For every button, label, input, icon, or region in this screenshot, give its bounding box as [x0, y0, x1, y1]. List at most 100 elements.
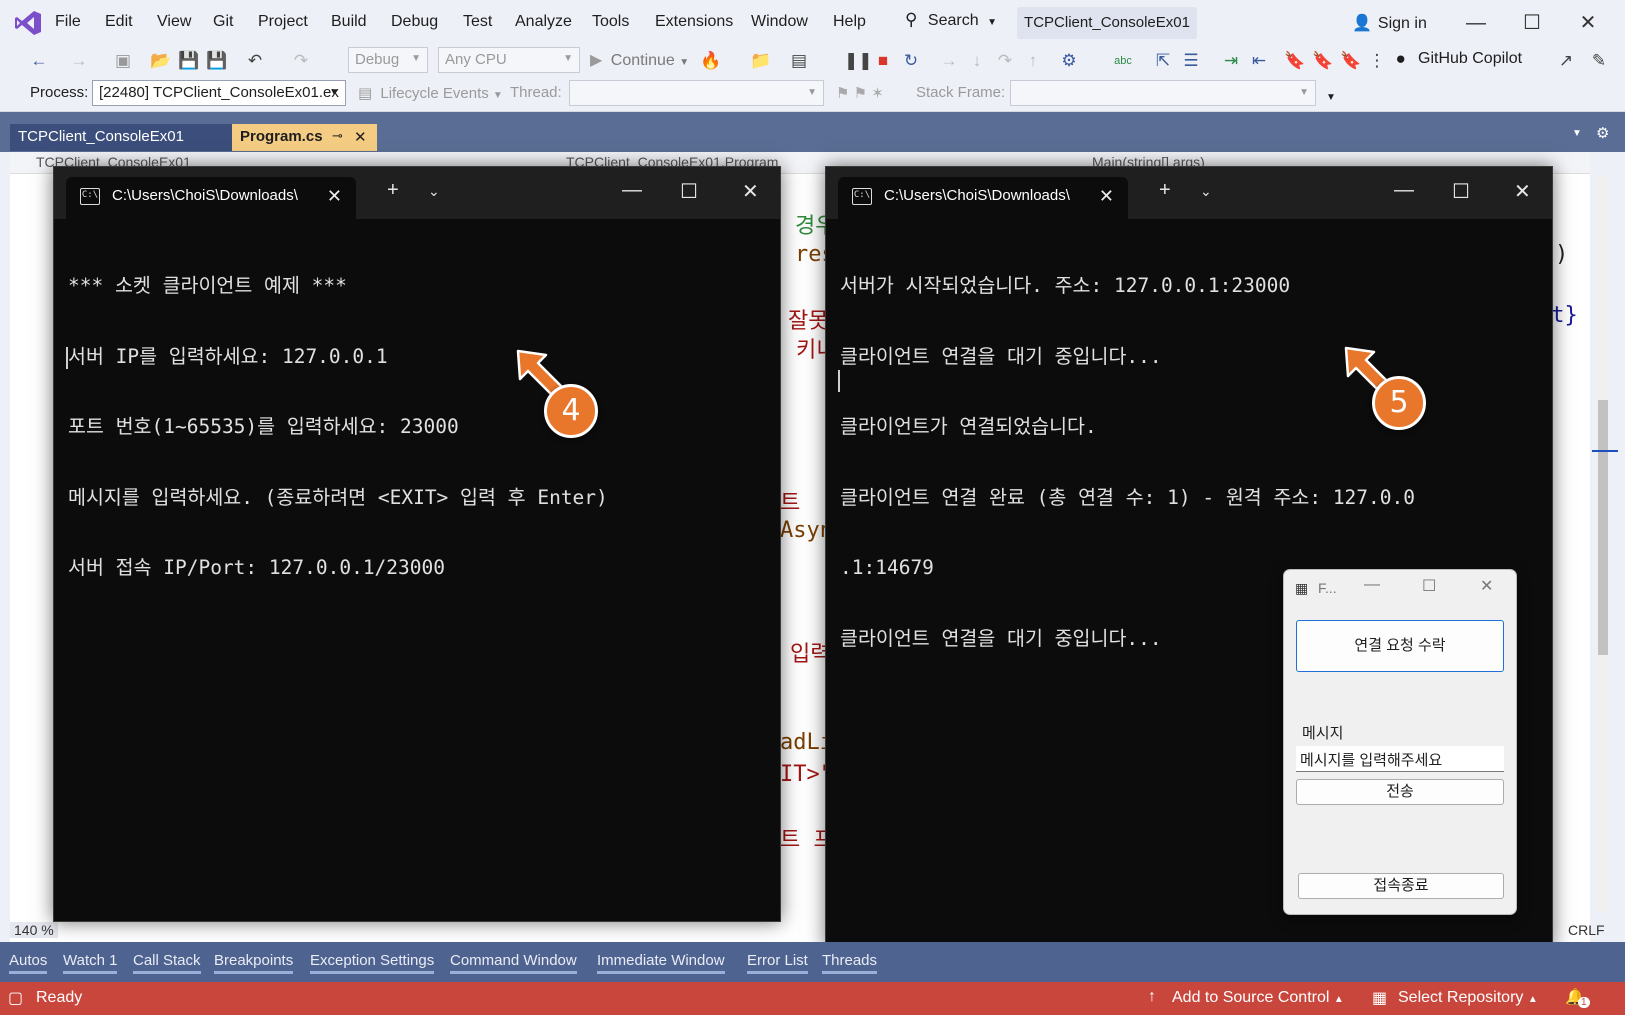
- format-icon[interactable]: ☰: [1180, 50, 1202, 72]
- message-input[interactable]: 메시지를 입력해주세요: [1296, 746, 1504, 772]
- lifecycle-events-button[interactable]: ▤ Lifecycle Events ▼: [358, 84, 503, 102]
- indent-icon[interactable]: ⇥: [1220, 50, 1242, 72]
- zoom-level[interactable]: 140 %: [10, 922, 58, 938]
- bottom-tab-command-window[interactable]: Command Window: [450, 952, 577, 974]
- toolbar-overflow-icon[interactable]: ⋮: [1366, 50, 1388, 72]
- output-icon[interactable]: ▢: [8, 988, 23, 1008]
- terminal-close-icon[interactable]: ✕: [742, 179, 759, 204]
- menu-item-file[interactable]: File: [55, 13, 81, 31]
- share-icon[interactable]: ↗: [1555, 50, 1577, 72]
- terminal-minimize-icon[interactable]: —: [622, 179, 642, 202]
- bottom-tab-watch-1[interactable]: Watch 1: [63, 952, 118, 974]
- tab-list-icon[interactable]: ▼: [1572, 128, 1582, 139]
- terminal-maximize-icon[interactable]: ☐: [1452, 179, 1470, 204]
- bottom-tab-threads[interactable]: Threads: [822, 952, 878, 974]
- bottom-tab-immediate-window[interactable]: Immediate Window: [597, 952, 725, 974]
- bottom-tab-breakpoints[interactable]: Breakpoints: [214, 952, 294, 974]
- menu-item-view[interactable]: View: [157, 13, 191, 31]
- folder-icon[interactable]: 📁: [750, 50, 772, 72]
- step-into-icon[interactable]: ↓: [966, 50, 988, 72]
- menu-item-debug[interactable]: Debug: [391, 13, 438, 31]
- next-bookmark-icon[interactable]: 🔖: [1340, 50, 1362, 72]
- feedback-icon[interactable]: ✎: [1588, 50, 1610, 72]
- menu-item-project[interactable]: Project: [258, 13, 308, 31]
- tab-project[interactable]: TCPClient_ConsoleEx01: [10, 124, 232, 151]
- save-all-icon[interactable]: 💾: [206, 50, 228, 72]
- spell-check-icon[interactable]: abc: [1112, 50, 1134, 72]
- tab-dropdown-icon[interactable]: ⌄: [1200, 183, 1212, 200]
- stack-frame-dropdown[interactable]: ▼: [1010, 80, 1316, 106]
- forward-icon[interactable]: →: [68, 50, 90, 72]
- form-close-icon[interactable]: ✕: [1480, 576, 1493, 596]
- continue-button[interactable]: ▶ Continue ▼: [590, 50, 689, 70]
- process-dropdown[interactable]: [22480] TCPClient_ConsoleEx01.ex ▼: [92, 80, 346, 106]
- new-item-icon[interactable]: ▣: [112, 50, 134, 72]
- line-ending[interactable]: CRLF: [1568, 922, 1605, 938]
- client-terminal-window[interactable]: C:\ C:\Users\ChoiS\Downloads\ ✕ + ⌄ — ☐ …: [53, 166, 781, 922]
- form-maximize-icon[interactable]: ☐: [1422, 576, 1436, 596]
- step-out-icon[interactable]: ↑: [1022, 50, 1044, 72]
- minimize-icon[interactable]: —: [1456, 8, 1496, 38]
- menu-item-edit[interactable]: Edit: [105, 13, 133, 31]
- undo-icon[interactable]: ↶: [244, 50, 266, 72]
- bottom-tab-call-stack[interactable]: Call Stack: [133, 952, 201, 974]
- config-dropdown[interactable]: Debug ▼: [348, 47, 428, 73]
- visual-studio-logo-icon[interactable]: [14, 9, 42, 37]
- pin-icon[interactable]: ⊸: [332, 128, 343, 144]
- menu-item-test[interactable]: Test: [463, 13, 492, 31]
- save-icon[interactable]: 💾: [178, 50, 200, 72]
- stop-icon[interactable]: ■: [872, 50, 894, 72]
- menu-item-window[interactable]: Window: [751, 13, 808, 31]
- menu-item-help[interactable]: Help: [833, 13, 866, 31]
- terminal-close-icon[interactable]: ✕: [1514, 179, 1531, 204]
- tab-program-cs[interactable]: Program.cs ⊸ ✕: [232, 124, 377, 151]
- menu-item-git[interactable]: Git: [213, 13, 233, 31]
- server-form-window[interactable]: ▦ F... — ☐ ✕ 연결 요청 수락 메시지 메시지를 입력해주세요 전송…: [1283, 569, 1517, 915]
- terminal-tab-close-icon[interactable]: ✕: [1099, 186, 1114, 207]
- flag-icon[interactable]: ⚑ ⚑ ✶: [836, 84, 884, 102]
- sign-in-button[interactable]: 👤 Sign in: [1352, 13, 1427, 33]
- layout-icon[interactable]: ▤: [788, 50, 810, 72]
- select-icon[interactable]: ⇱: [1152, 50, 1174, 72]
- tab-dropdown-icon[interactable]: ⌄: [428, 183, 440, 200]
- new-tab-icon[interactable]: +: [1159, 179, 1171, 202]
- bookmark-icon[interactable]: 🔖: [1284, 50, 1306, 72]
- prev-bookmark-icon[interactable]: 🔖: [1312, 50, 1334, 72]
- bottom-tab-error-list[interactable]: Error List: [747, 952, 808, 974]
- select-repository-button[interactable]: Select Repository ▲: [1398, 989, 1538, 1007]
- accept-connection-button[interactable]: 연결 요청 수락: [1296, 620, 1504, 672]
- add-source-control-button[interactable]: Add to Source Control ▲: [1172, 989, 1344, 1007]
- terminal-tab[interactable]: C:\ C:\Users\ChoiS\Downloads\ ✕: [838, 177, 1128, 219]
- settings-gear-icon[interactable]: ⚙: [1596, 124, 1609, 142]
- bottom-tab-exception-settings[interactable]: Exception Settings: [310, 952, 435, 974]
- menu-item-build[interactable]: Build: [331, 13, 367, 31]
- send-button[interactable]: 전송: [1296, 779, 1504, 805]
- terminal-maximize-icon[interactable]: ☐: [680, 179, 698, 204]
- copilot-button[interactable]: ⚫ GitHub Copilot: [1394, 50, 1522, 69]
- pause-icon[interactable]: ❚❚: [844, 50, 873, 72]
- terminal-tab[interactable]: C:\ C:\Users\ChoiS\Downloads\ ✕: [66, 177, 356, 219]
- scrollbar-thumb[interactable]: [1598, 400, 1608, 655]
- new-tab-icon[interactable]: +: [387, 179, 399, 202]
- step-over-icon[interactable]: ↷: [994, 50, 1016, 72]
- procbar-overflow-icon[interactable]: ▼: [1326, 92, 1336, 103]
- form-minimize-icon[interactable]: —: [1364, 576, 1380, 594]
- redo-icon[interactable]: ↷: [290, 50, 312, 72]
- menu-item-extensions[interactable]: Extensions: [655, 13, 733, 31]
- outdent-icon[interactable]: ⇤: [1248, 50, 1270, 72]
- show-next-statement-icon[interactable]: →: [938, 50, 960, 72]
- back-icon[interactable]: ←: [28, 50, 50, 72]
- open-folder-icon[interactable]: 📂: [150, 50, 172, 72]
- restart-icon[interactable]: ↻: [900, 50, 922, 72]
- platform-dropdown[interactable]: Any CPU ▼: [438, 47, 580, 73]
- thread-dropdown[interactable]: ▼: [569, 80, 824, 106]
- disconnect-button[interactable]: 접속종료: [1298, 873, 1504, 899]
- bottom-tab-autos[interactable]: Autos: [9, 952, 48, 974]
- maximize-icon[interactable]: ☐: [1512, 8, 1552, 38]
- diagnostics-icon[interactable]: ⚙: [1058, 50, 1080, 72]
- terminal-tab-close-icon[interactable]: ✕: [327, 186, 342, 207]
- tab-close-icon[interactable]: ✕: [354, 128, 367, 146]
- terminal-minimize-icon[interactable]: —: [1394, 179, 1414, 202]
- close-icon[interactable]: ✕: [1568, 8, 1608, 38]
- hot-reload-icon[interactable]: 🔥: [700, 50, 722, 72]
